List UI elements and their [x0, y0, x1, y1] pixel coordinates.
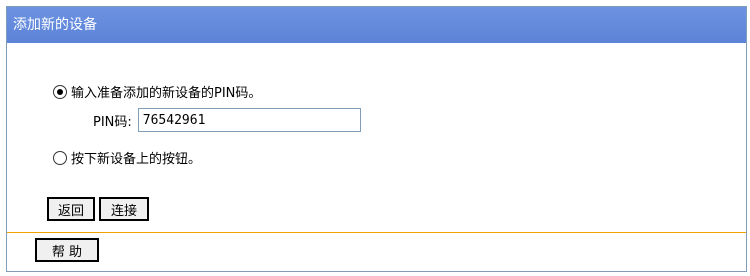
panel-title: 添加新的设备 — [7, 7, 746, 43]
connect-button[interactable]: 连接 — [99, 197, 149, 221]
radio-pin-icon[interactable] — [53, 84, 67, 99]
help-button[interactable]: 帮 助 — [35, 238, 99, 262]
option-button[interactable]: 按下新设备上的按钮。 — [53, 148, 201, 167]
add-device-panel: 添加新的设备 输入准备添加的新设备的PIN码。 PIN码: 按下新设备上的按钮。… — [6, 6, 747, 272]
pin-input[interactable] — [137, 108, 361, 132]
pin-row: PIN码: — [93, 108, 361, 132]
action-row: 返回 连接 — [47, 197, 149, 221]
pin-label: PIN码: — [93, 114, 132, 130]
option-pin-label: 输入准备添加的新设备的PIN码。 — [71, 86, 262, 101]
back-button[interactable]: 返回 — [47, 197, 95, 221]
radio-button-icon[interactable] — [53, 150, 67, 165]
footer-divider — [7, 232, 746, 233]
option-button-label: 按下新设备上的按钮。 — [71, 152, 202, 167]
option-pin[interactable]: 输入准备添加的新设备的PIN码。 — [53, 82, 261, 101]
